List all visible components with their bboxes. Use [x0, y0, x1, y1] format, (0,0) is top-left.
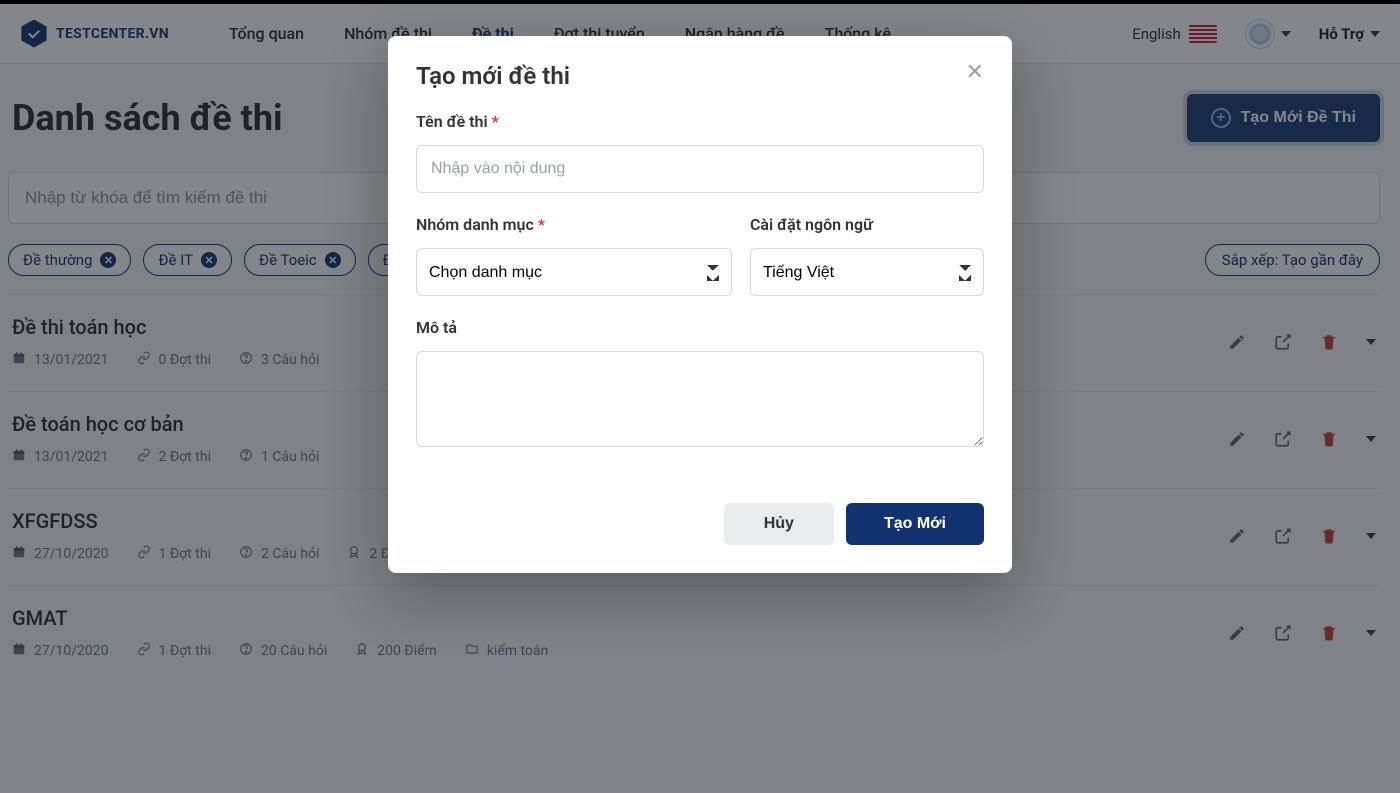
- category-select[interactable]: Chọn danh mục: [416, 248, 732, 296]
- modal-title: Tạo mới đề thi: [416, 62, 570, 90]
- description-textarea[interactable]: [416, 351, 984, 447]
- submit-button[interactable]: Tạo Mới: [846, 503, 984, 545]
- description-field-label: Mô tả: [416, 318, 984, 337]
- category-field-label: Nhóm danh mục *: [416, 215, 732, 234]
- close-icon[interactable]: ✕: [966, 62, 984, 84]
- create-exam-modal: Tạo mới đề thi ✕ Tên đề thi * Nhóm danh …: [388, 36, 1012, 573]
- name-field-label: Tên đề thi *: [416, 112, 984, 131]
- modal-overlay[interactable]: Tạo mới đề thi ✕ Tên đề thi * Nhóm danh …: [0, 4, 1400, 793]
- language-field-label: Cài đặt ngôn ngữ: [750, 215, 984, 234]
- language-select[interactable]: Tiếng Việt: [750, 248, 984, 296]
- cancel-button[interactable]: Hủy: [724, 503, 834, 545]
- exam-name-input[interactable]: [416, 145, 984, 193]
